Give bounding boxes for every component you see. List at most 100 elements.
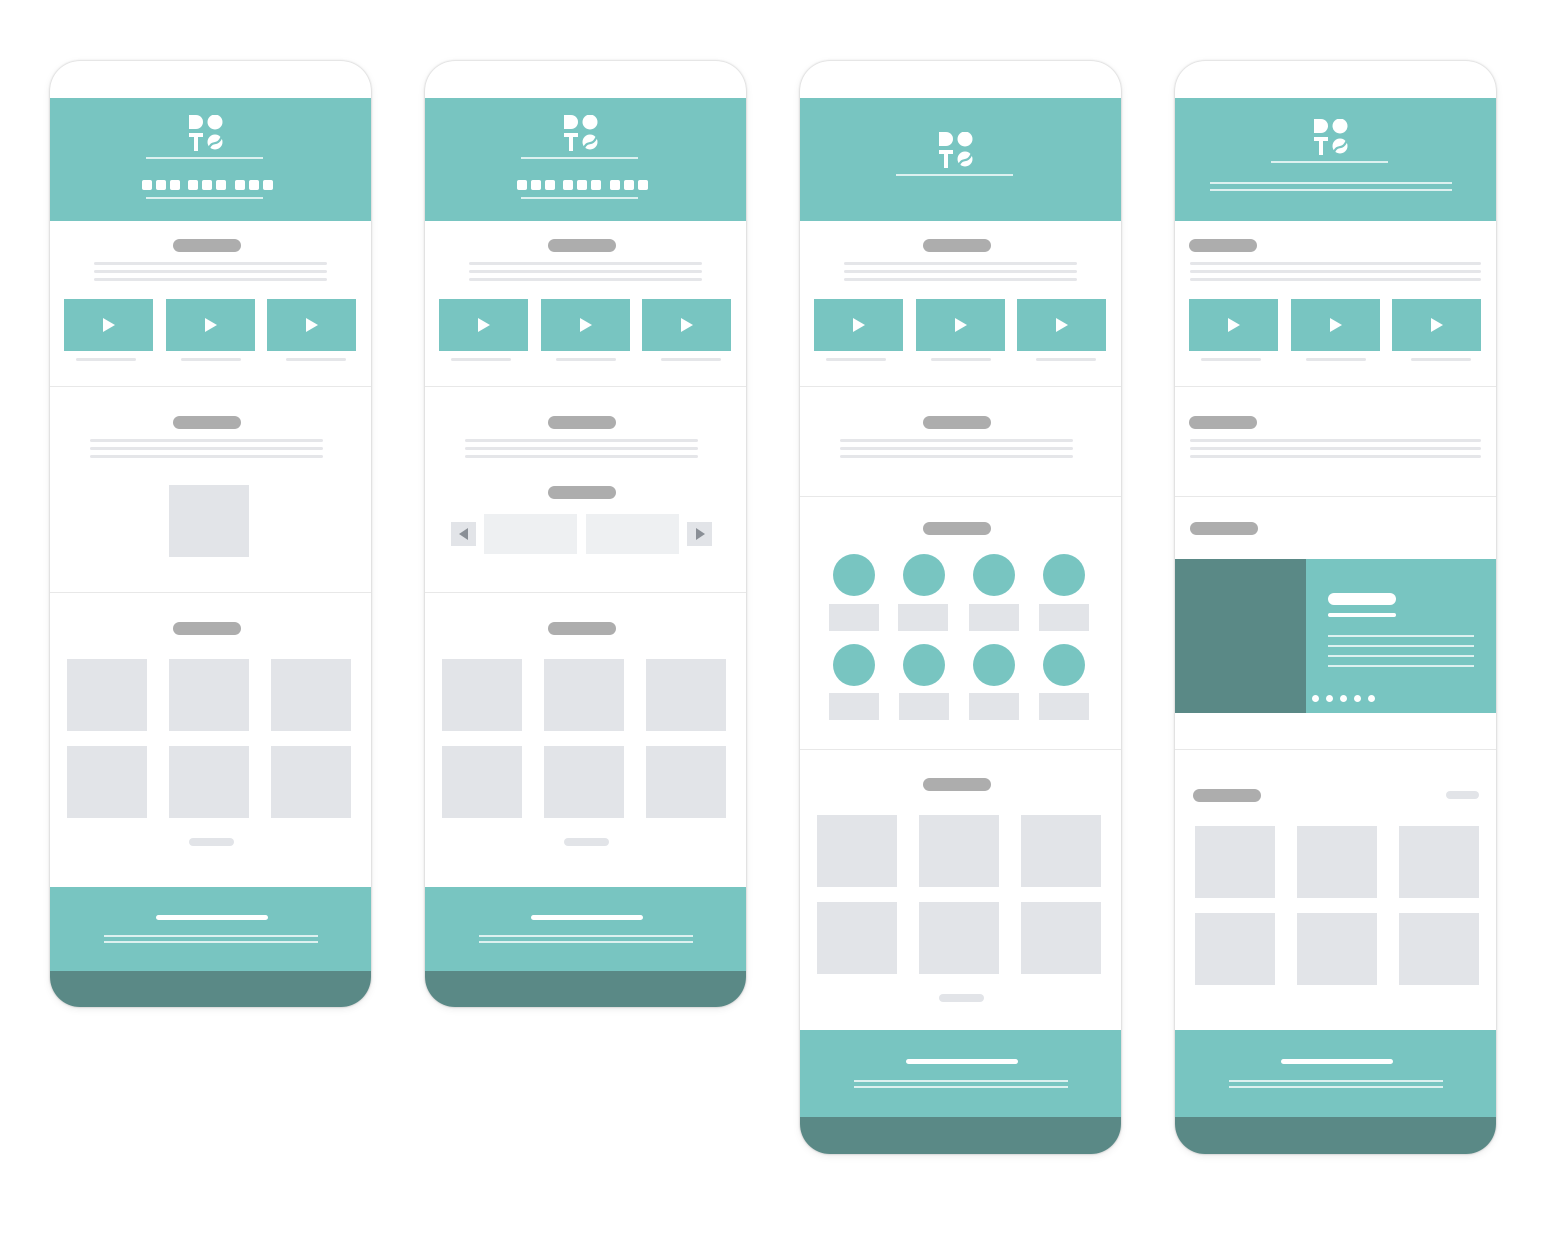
video-thumbnail[interactable] [1392, 299, 1481, 351]
slider-dot[interactable] [1368, 695, 1375, 702]
nav-item[interactable] [591, 180, 601, 190]
load-more-button[interactable] [189, 838, 234, 846]
nav-item[interactable] [249, 180, 259, 190]
video-thumbnail[interactable] [1189, 299, 1278, 351]
see-all-link[interactable] [1446, 791, 1479, 799]
hero-image[interactable] [1175, 559, 1306, 713]
tagline-line [896, 174, 1013, 176]
nav-item[interactable] [577, 180, 587, 190]
grid-image[interactable] [442, 659, 522, 731]
video-thumbnail[interactable] [642, 299, 731, 351]
load-more-button[interactable] [939, 994, 984, 1002]
hero-text-line [1328, 645, 1474, 647]
grid-image[interactable] [919, 902, 999, 974]
section-title [1189, 416, 1257, 429]
grid-image[interactable] [544, 746, 624, 818]
video-thumbnail[interactable] [541, 299, 630, 351]
nav-item[interactable] [156, 180, 166, 190]
text-line [1190, 262, 1481, 265]
grid-image[interactable] [1195, 826, 1275, 898]
nav-item[interactable] [188, 180, 198, 190]
grid-image[interactable] [67, 746, 147, 818]
grid-image[interactable] [169, 746, 249, 818]
nav-item[interactable] [170, 180, 180, 190]
carousel-slide[interactable] [586, 514, 679, 554]
team-avatar[interactable] [903, 554, 945, 596]
play-icon [477, 318, 491, 332]
slider-dot[interactable] [1312, 695, 1319, 702]
grid-image[interactable] [1399, 826, 1479, 898]
team-avatar[interactable] [1043, 644, 1085, 686]
team-avatar[interactable] [833, 644, 875, 686]
footer-text-line [479, 935, 693, 937]
grid-image[interactable] [1297, 826, 1377, 898]
grid-image[interactable] [919, 815, 999, 887]
play-icon [204, 318, 218, 332]
section-title [923, 778, 991, 791]
video-thumbnail[interactable] [814, 299, 903, 351]
grid-image[interactable] [1399, 913, 1479, 985]
carousel-slide[interactable] [484, 514, 577, 554]
grid-image[interactable] [271, 746, 351, 818]
team-avatar[interactable] [973, 554, 1015, 596]
footer-bottom-bar [425, 971, 746, 1007]
nav-item[interactable] [624, 180, 634, 190]
grid-image[interactable] [646, 659, 726, 731]
nav-item[interactable] [216, 180, 226, 190]
video-thumbnail[interactable] [166, 299, 255, 351]
grid-image[interactable] [817, 902, 897, 974]
video-thumbnail[interactable] [267, 299, 356, 351]
nav-item[interactable] [235, 180, 245, 190]
footer-title-line [156, 915, 268, 920]
grid-image[interactable] [1297, 913, 1377, 985]
slider-dot[interactable] [1354, 695, 1361, 702]
grid-image[interactable] [1021, 902, 1101, 974]
text-line [1190, 439, 1481, 442]
grid-image[interactable] [1021, 815, 1101, 887]
grid-image[interactable] [817, 815, 897, 887]
wireframe-2 [425, 61, 746, 1007]
carousel-prev-button[interactable] [451, 522, 476, 546]
video-thumbnail[interactable] [64, 299, 153, 351]
footer-text-line [479, 941, 693, 943]
grid-image[interactable] [442, 746, 522, 818]
grid-image[interactable] [1195, 913, 1275, 985]
footer [50, 887, 371, 971]
nav-item[interactable] [638, 180, 648, 190]
load-more-button[interactable] [564, 838, 609, 846]
nav-item[interactable] [202, 180, 212, 190]
nav-item[interactable] [563, 180, 573, 190]
grid-image[interactable] [271, 659, 351, 731]
carousel-next-button[interactable] [687, 522, 712, 546]
nav-item[interactable] [531, 180, 541, 190]
avatar-label [898, 604, 948, 631]
nav-item[interactable] [263, 180, 273, 190]
slider-dot[interactable] [1326, 695, 1333, 702]
nav-item[interactable] [545, 180, 555, 190]
arrow-left-icon [458, 528, 468, 540]
section-divider [425, 592, 746, 593]
video-thumbnail[interactable] [439, 299, 528, 351]
team-avatar[interactable] [973, 644, 1015, 686]
footer-bottom-bar [50, 971, 371, 1007]
team-avatar[interactable] [833, 554, 875, 596]
grid-image[interactable] [67, 659, 147, 731]
hero-text-line [1328, 665, 1474, 667]
team-avatar[interactable] [1043, 554, 1085, 596]
video-thumbnail[interactable] [916, 299, 1005, 351]
grid-image[interactable] [646, 746, 726, 818]
play-icon [1329, 318, 1343, 332]
play-icon [579, 318, 593, 332]
slider-dot[interactable] [1340, 695, 1347, 702]
nav-item[interactable] [142, 180, 152, 190]
grid-image[interactable] [169, 659, 249, 731]
team-avatar[interactable] [903, 644, 945, 686]
section-title [923, 239, 991, 252]
text-line [94, 270, 327, 273]
nav-item[interactable] [517, 180, 527, 190]
nav-item[interactable] [610, 180, 620, 190]
video-thumbnail[interactable] [1291, 299, 1380, 351]
grid-image[interactable] [544, 659, 624, 731]
video-thumbnail[interactable] [1017, 299, 1106, 351]
section-title [173, 622, 241, 635]
